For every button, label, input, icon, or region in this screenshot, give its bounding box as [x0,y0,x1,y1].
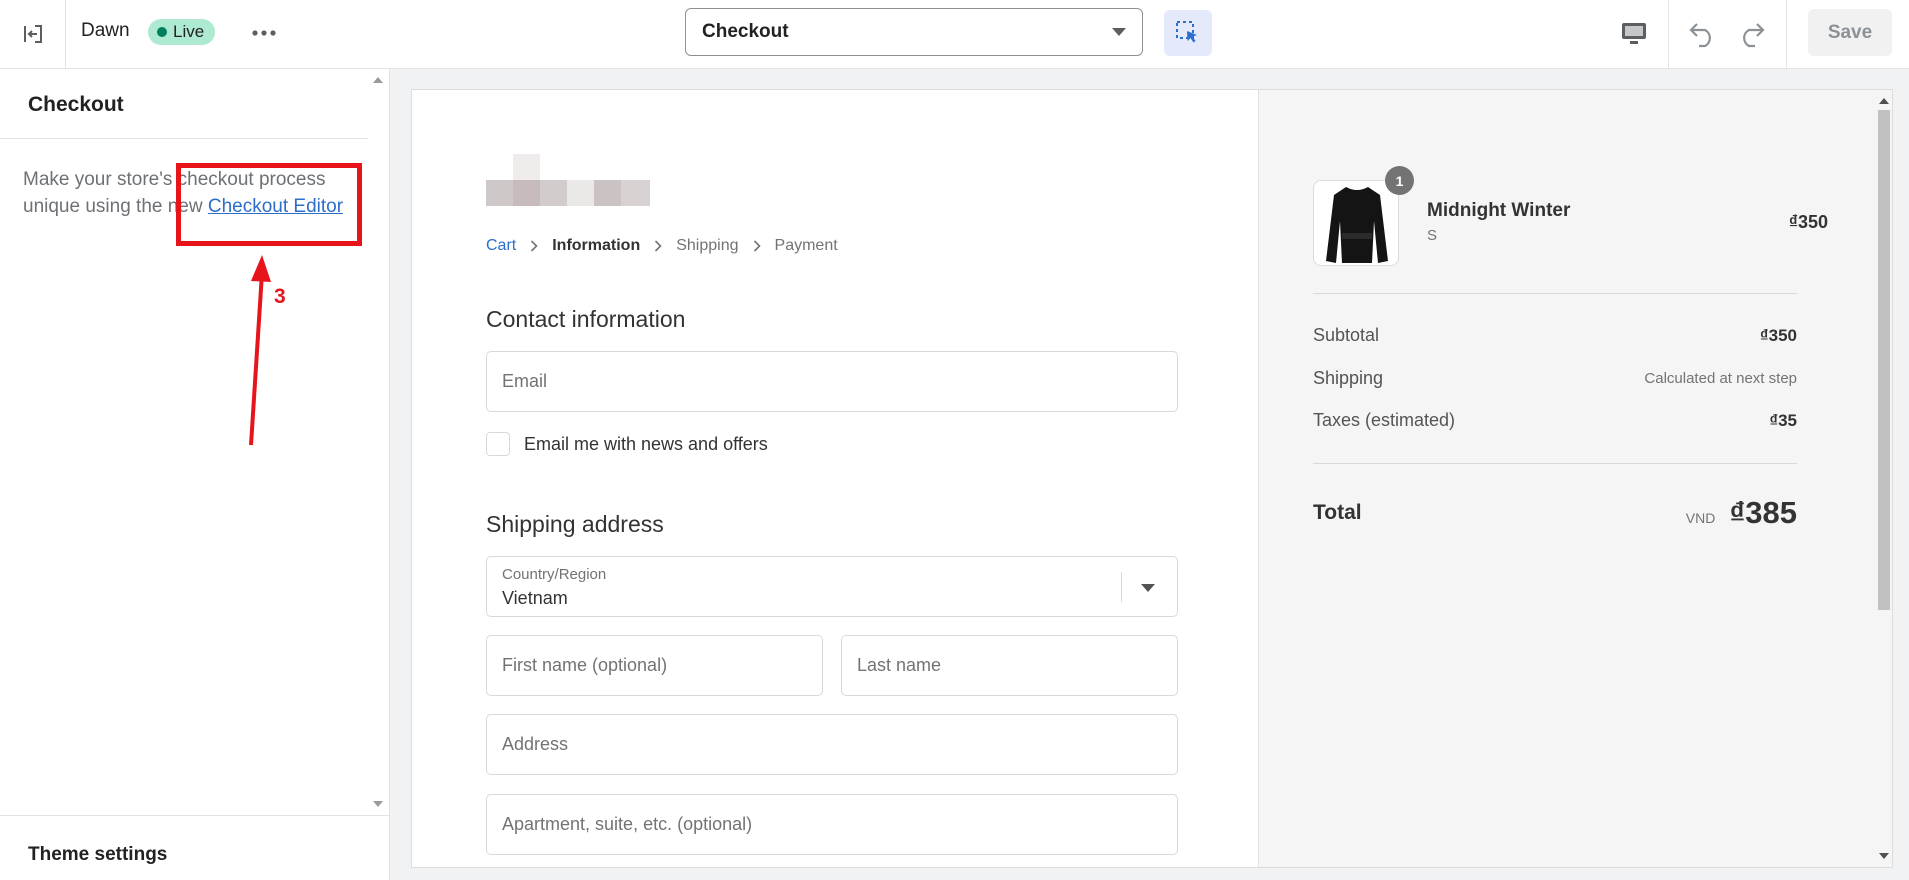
shipping-address-heading: Shipping address [486,511,664,537]
toolbar-divider [1668,0,1669,68]
page-selector-dropdown[interactable]: Checkout [685,8,1143,56]
select-divider [1121,572,1122,602]
country-region-value: Vietnam [502,588,568,608]
redo-icon [1743,23,1765,48]
quantity-badge: 1 [1385,166,1414,195]
caret-down-icon [1112,28,1126,36]
checkout-breadcrumb: Cart Information Shipping Payment [486,237,838,255]
checkout-main-column: Cart Information Shipping Payment Contac… [412,90,1258,867]
sidebar-description: Make your store's checkout process uniqu… [23,166,363,220]
more-horizontal-icon [252,30,276,36]
subtotal-value: ₫350 [1759,325,1797,345]
inspector-toggle-button[interactable] [1164,10,1212,56]
shipping-row: Shipping Calculated at next step [1313,368,1797,389]
address-field[interactable] [486,714,1178,775]
order-summary: 1 Midnight Winter S ₫350 Subtotal ₫350 S… [1258,90,1892,867]
newsletter-checkbox-row[interactable]: Email me with news and offers [486,432,768,456]
subtotal-label: Subtotal [1313,325,1380,345]
first-name-input[interactable] [502,655,807,676]
exit-icon [23,25,42,43]
exit-button[interactable] [0,0,66,68]
caret-down-icon [1141,584,1155,592]
contact-information-heading: Contact information [486,306,686,332]
currency-code: VND [1685,510,1716,526]
product-thumbnail [1313,180,1399,266]
desktop-icon [1622,23,1646,44]
email-input[interactable] [502,371,1162,392]
scroll-up-icon[interactable] [1879,98,1889,104]
sidebar: Checkout Make your store's checkout proc… [0,69,390,880]
total-label: Total [1313,501,1362,524]
shipping-label: Shipping [1313,368,1384,388]
toolbar-divider [1786,0,1787,68]
last-name-field[interactable] [841,635,1178,696]
top-bar: Dawn Live Checkout Save [0,0,1909,69]
sidebar-divider [0,138,368,139]
scroll-up-icon[interactable] [373,77,383,83]
country-region-label: Country/Region [502,566,607,583]
save-button[interactable]: Save [1808,9,1892,56]
total-value: ₫385 [1729,495,1797,530]
first-name-field[interactable] [486,635,823,696]
undo-button[interactable] [1683,14,1723,54]
address-input[interactable] [502,734,1162,755]
desktop-preview-button[interactable] [1612,14,1656,54]
scroll-down-icon[interactable] [1879,853,1889,859]
chevron-right-icon [530,240,538,252]
theme-settings-label: Theme settings [28,844,168,865]
summary-divider [1313,463,1797,464]
newsletter-checkbox[interactable] [486,432,510,456]
breadcrumb-information: Information [552,237,641,254]
live-badge-label: Live [173,22,205,41]
total-amount: VND ₫385 [1686,495,1797,531]
country-region-select[interactable]: Country/Region Vietnam [486,556,1178,617]
annotation-step-number: 3 [274,285,286,308]
apartment-field[interactable] [486,794,1178,855]
chevron-right-icon [654,240,662,252]
preview-scrollbar[interactable] [1874,90,1892,867]
summary-divider [1313,293,1797,294]
redo-button[interactable] [1731,14,1771,54]
live-dot-icon [157,27,167,37]
store-logo [486,154,650,206]
theme-name: Dawn [81,20,130,41]
breadcrumb-payment[interactable]: Payment [775,237,838,255]
theme-settings-button[interactable]: Theme settings [0,815,389,880]
last-name-input[interactable] [857,655,1162,676]
sweater-image-icon [1326,187,1388,263]
taxes-row: Taxes (estimated) ₫35 [1313,410,1797,431]
scroll-down-icon[interactable] [373,801,383,807]
undo-icon [1689,23,1711,48]
sidebar-scrollbar[interactable] [368,69,389,815]
breadcrumb-cart-link[interactable]: Cart [486,237,516,255]
total-row: Total VND ₫385 [1313,495,1797,531]
taxes-label: Taxes (estimated) [1313,410,1456,430]
checkout-editor-link[interactable]: Checkout Editor [208,196,343,217]
product-variant: S [1427,227,1438,244]
chevron-right-icon [753,240,761,252]
email-field[interactable] [486,351,1178,412]
select-cursor-icon [1176,21,1197,43]
apartment-input[interactable] [502,814,1162,835]
product-price: ₫350 [1788,212,1828,232]
product-name: Midnight Winter [1427,200,1571,221]
checkout-preview: Cart Information Shipping Payment Contac… [411,89,1893,868]
sidebar-title: Checkout [28,93,124,116]
shipping-value: Calculated at next step [1644,370,1797,387]
subtotal-row: Subtotal ₫350 [1313,325,1797,346]
newsletter-label: Email me with news and offers [524,433,768,454]
taxes-value: ₫35 [1769,410,1797,430]
breadcrumb-shipping[interactable]: Shipping [676,237,738,255]
live-status-badge: Live [148,19,216,45]
scrollbar-thumb[interactable] [1878,110,1890,610]
more-actions-button[interactable] [247,16,281,50]
page-selector-value: Checkout [702,21,789,42]
